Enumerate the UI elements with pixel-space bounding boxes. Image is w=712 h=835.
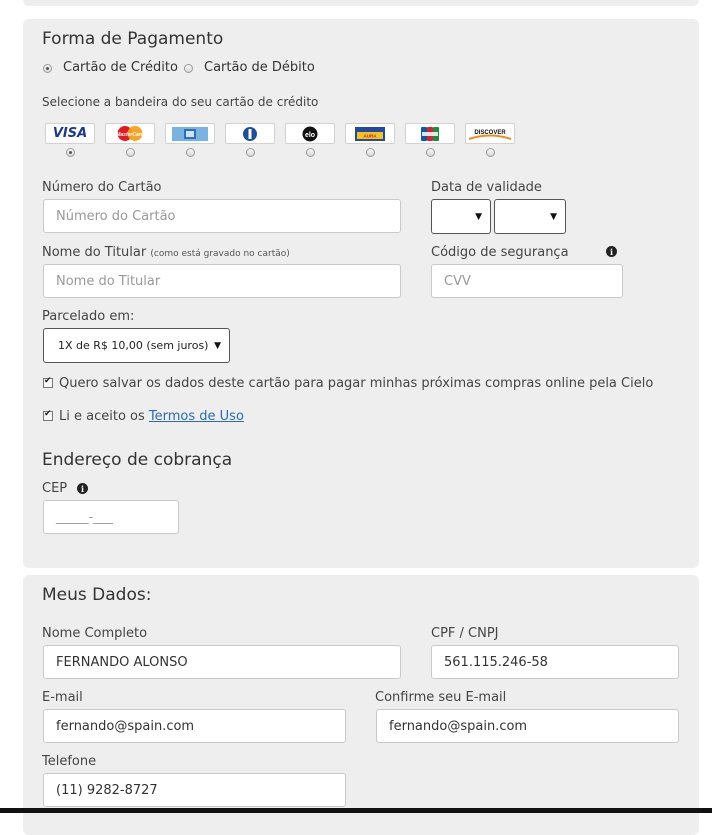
amex-radio[interactable] [186, 148, 195, 157]
mastercard-icon: MasterCard [116, 126, 145, 141]
email-input[interactable]: fernando@spain.com [43, 709, 346, 743]
terms-label: Li e aceito os Termos de Uso [59, 409, 244, 424]
save-card-label[interactable]: Quero salvar os dados deste cartão para … [59, 376, 653, 391]
aura-radio[interactable] [366, 148, 375, 157]
aura-icon: AURA [355, 126, 385, 141]
taskbar-edge [0, 808, 712, 813]
visa-logo[interactable]: VISA [45, 123, 95, 144]
email-label: E-mail [42, 690, 83, 705]
elo-radio[interactable] [306, 148, 315, 157]
elo-icon: elo [302, 126, 318, 141]
credit-card-radio[interactable] [43, 64, 52, 73]
full-name-input[interactable]: FERNANDO ALONSO [43, 645, 401, 679]
aura-logo[interactable]: AURA [345, 123, 395, 144]
chevron-down-icon: ▼ [550, 211, 557, 222]
payment-title: Forma de Pagamento [42, 29, 224, 49]
save-card-checkbox[interactable] [43, 376, 53, 388]
security-code-info-icon[interactable]: i [606, 246, 617, 257]
installments-select[interactable]: 1X de R$ 10,00 (sem juros) ▼ [43, 328, 230, 363]
cep-label: CEP [42, 481, 68, 496]
terms-checkbox[interactable] [43, 409, 53, 421]
cpf-input[interactable]: 561.115.246-58 [431, 645, 679, 679]
diners-icon [243, 126, 257, 141]
chevron-down-icon: ▼ [214, 340, 221, 351]
discover-radio[interactable] [486, 148, 495, 157]
amex-logo[interactable] [165, 123, 215, 144]
full-name-label: Nome Completo [42, 626, 148, 641]
personal-data-title: Meus Dados: [42, 585, 152, 605]
elo-logo[interactable]: elo [285, 123, 335, 144]
terms-link[interactable]: Termos de Uso [149, 409, 244, 424]
phone-label: Telefone [42, 754, 97, 769]
holder-name-input[interactable]: Nome do Titular [43, 264, 401, 298]
cep-info-icon[interactable]: i [77, 483, 88, 494]
debit-card-radio[interactable] [184, 64, 193, 73]
installments-label: Parcelado em: [42, 309, 135, 324]
expiry-month-select[interactable]: ▼ [431, 199, 491, 234]
visa-radio[interactable] [66, 148, 75, 157]
jcb-logo[interactable] [405, 123, 455, 144]
card-number-label: Número do Cartão [42, 180, 162, 195]
svg-text:MasterCard: MasterCard [116, 132, 144, 138]
mastercard-logo[interactable]: MasterCard [105, 123, 155, 144]
brand-prompt: Selecione a bandeira do seu cartão de cr… [42, 95, 319, 109]
credit-card-label[interactable]: Cartão de Crédito [63, 60, 178, 75]
diners-radio[interactable] [246, 148, 255, 157]
amex-icon [172, 126, 208, 141]
discover-icon: DISCOVER [468, 130, 512, 140]
card-number-input[interactable]: Número do Cartão [43, 199, 401, 233]
jcb-radio[interactable] [426, 148, 435, 157]
cvv-input[interactable]: CVV [431, 264, 623, 298]
cpf-label: CPF / CNPJ [431, 626, 499, 641]
email-confirm-input[interactable]: fernando@spain.com [376, 709, 679, 743]
mastercard-radio[interactable] [126, 148, 135, 157]
jcb-icon [421, 126, 439, 141]
svg-text:elo: elo [305, 132, 315, 139]
previous-section-panel [23, 0, 699, 6]
holder-hint: (como está gravado no cartão) [150, 249, 290, 259]
diners-logo[interactable] [225, 123, 275, 144]
expiry-year-select[interactable]: ▼ [494, 199, 566, 234]
billing-title: Endereço de cobrança [42, 450, 233, 470]
email-confirm-label: Confirme seu E-mail [375, 690, 507, 705]
security-code-label: Código de segurança [431, 245, 569, 260]
debit-card-label[interactable]: Cartão de Débito [204, 60, 315, 75]
holder-label: Nome do Titular (como está gravado no ca… [42, 245, 290, 260]
installments-value: 1X de R$ 10,00 (sem juros) [58, 339, 209, 352]
discover-logo[interactable]: DISCOVER [465, 123, 515, 144]
chevron-down-icon: ▼ [475, 211, 482, 222]
cep-input[interactable]: _____-___ [43, 500, 179, 534]
expiry-label: Data de validade [431, 180, 542, 195]
svg-text:AURA: AURA [364, 133, 378, 138]
phone-input[interactable]: (11) 9282-8727 [43, 773, 346, 807]
